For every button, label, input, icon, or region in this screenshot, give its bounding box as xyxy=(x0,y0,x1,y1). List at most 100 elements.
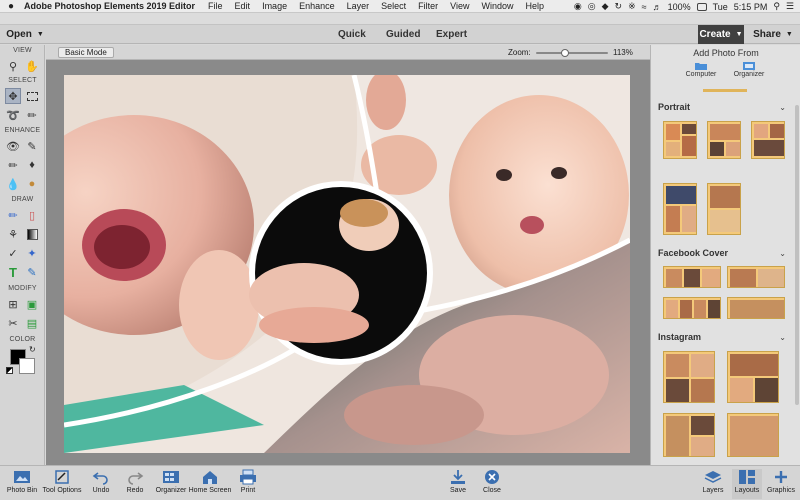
chevron-down-icon[interactable]: ⌄ xyxy=(779,103,786,112)
save-button[interactable]: Save xyxy=(446,469,470,499)
menu-enhance[interactable]: Enhance xyxy=(293,1,341,11)
default-colors-icon[interactable] xyxy=(6,367,13,374)
clone-stamp-tool-icon[interactable]: ♦ xyxy=(24,157,40,173)
quick-selection-tool-icon[interactable]: ✏ xyxy=(24,107,40,123)
paint-bucket-tool-icon[interactable]: ⚘ xyxy=(5,226,21,242)
tab-expert[interactable]: Expert xyxy=(436,25,467,44)
content-aware-move-tool-icon[interactable]: ✂ xyxy=(5,315,21,331)
straighten-tool-icon[interactable]: ▤ xyxy=(24,315,40,331)
dropbox-icon[interactable]: ◆ xyxy=(602,1,609,12)
template-thumb[interactable] xyxy=(707,121,741,159)
template-thumb[interactable] xyxy=(751,121,785,159)
menu-window[interactable]: Window xyxy=(476,1,520,11)
category-facebook-cover[interactable]: Facebook Cover xyxy=(658,248,728,258)
tab-quick[interactable]: Quick xyxy=(338,25,366,44)
menu-view[interactable]: View xyxy=(444,1,475,11)
move-tool-icon[interactable]: ✥ xyxy=(5,88,21,104)
menu-image[interactable]: Image xyxy=(256,1,293,11)
menu-select[interactable]: Select xyxy=(375,1,412,11)
swap-colors-icon[interactable]: ↻ xyxy=(29,345,36,354)
zoom-tool-icon[interactable]: ⚲ xyxy=(5,58,21,74)
sponge-tool-icon[interactable]: ● xyxy=(24,176,40,192)
pencil-tool-icon[interactable]: ✎ xyxy=(24,264,40,280)
template-thumb[interactable] xyxy=(663,266,721,288)
menu-filter[interactable]: Filter xyxy=(412,1,444,11)
zoom-slider[interactable] xyxy=(536,49,608,57)
add-from-computer-button[interactable]: Computer xyxy=(681,61,721,85)
recompose-tool-icon[interactable]: ▣ xyxy=(24,296,40,312)
graphics-button[interactable]: Graphics xyxy=(766,469,796,499)
tool-options-label: Tool Options xyxy=(42,487,82,494)
menu-file[interactable]: File xyxy=(202,1,229,11)
blur-tool-icon[interactable]: 💧 xyxy=(5,176,21,192)
template-thumb[interactable] xyxy=(727,351,779,403)
print-button[interactable]: Print xyxy=(236,469,260,499)
bluetooth-icon[interactable]: ※ xyxy=(628,1,636,12)
layers-button[interactable]: Layers xyxy=(700,469,726,499)
eraser-tool-icon[interactable]: ▯ xyxy=(24,207,40,223)
template-thumb[interactable] xyxy=(727,413,779,457)
close-button[interactable]: Close xyxy=(480,469,504,499)
creative-cloud-icon[interactable]: ◉ xyxy=(574,1,582,12)
undo-button[interactable]: Undo xyxy=(88,469,114,499)
redo-button[interactable]: Redo xyxy=(122,469,148,499)
layers-icon xyxy=(704,471,722,483)
eyedropper-tool-icon[interactable]: ✓ xyxy=(5,245,21,261)
template-thumb[interactable] xyxy=(663,121,697,159)
gradient-tool-icon[interactable] xyxy=(24,226,40,242)
clock-time[interactable]: 5:15 PM xyxy=(734,2,768,12)
background-color-swatch[interactable] xyxy=(19,358,35,374)
type-tool-icon[interactable]: T xyxy=(5,264,21,280)
menu-help[interactable]: Help xyxy=(520,1,551,11)
apple-icon[interactable]: ● xyxy=(0,1,22,12)
photo-bin-button[interactable]: Photo Bin xyxy=(6,469,38,499)
tab-guided[interactable]: Guided xyxy=(386,25,420,44)
template-thumb[interactable] xyxy=(663,183,697,235)
search-icon[interactable]: ⚲ xyxy=(773,1,780,12)
template-thumb[interactable] xyxy=(707,183,741,235)
template-thumb[interactable] xyxy=(727,266,785,288)
hand-tool-icon[interactable]: ✋ xyxy=(24,58,40,74)
category-portrait[interactable]: Portrait xyxy=(658,102,690,112)
organizer-button[interactable]: Organizer xyxy=(154,469,188,499)
menu-layer[interactable]: Layer xyxy=(341,1,376,11)
time-machine-icon[interactable]: ↻ xyxy=(615,1,623,12)
app-name-menu[interactable]: Adobe Photoshop Elements 2019 Editor xyxy=(22,1,202,11)
crop-tool-icon[interactable]: ⊞ xyxy=(5,296,21,312)
window-chrome xyxy=(0,13,800,25)
template-thumb[interactable] xyxy=(727,297,785,319)
create-button[interactable]: Create ▼ xyxy=(698,25,744,44)
category-instagram[interactable]: Instagram xyxy=(658,332,701,342)
chevron-down-icon[interactable]: ⌄ xyxy=(779,249,786,258)
battery-icon[interactable] xyxy=(696,2,707,11)
share-button[interactable]: Share ▼ xyxy=(746,25,800,44)
open-button[interactable]: Open ▼ xyxy=(0,25,50,44)
panel-scrollbar[interactable] xyxy=(795,105,799,405)
section-view: VIEW xyxy=(13,47,32,54)
basic-mode-button[interactable]: Basic Mode xyxy=(58,47,114,58)
home-screen-button[interactable]: Home Screen xyxy=(188,469,232,499)
volume-icon[interactable]: ♬ xyxy=(653,2,662,12)
collage-canvas[interactable] xyxy=(64,75,630,453)
zoom-slider-thumb[interactable] xyxy=(560,49,569,57)
template-thumb[interactable] xyxy=(663,351,715,403)
template-thumb[interactable] xyxy=(663,413,715,457)
custom-shape-tool-icon[interactable]: ✦ xyxy=(24,245,40,261)
spot-healing-tool-icon[interactable]: ✎ xyxy=(24,138,40,154)
wifi-icon[interactable]: ≈ xyxy=(642,2,647,12)
tool-options-button[interactable]: Tool Options xyxy=(40,469,84,499)
chevron-down-icon[interactable]: ⌄ xyxy=(779,333,786,342)
clock-day[interactable]: Tue xyxy=(713,2,728,12)
layouts-button[interactable]: Layouts xyxy=(732,469,762,499)
section-modify: MODIFY xyxy=(8,285,37,292)
menu-edit[interactable]: Edit xyxy=(229,1,257,11)
control-strip-icon[interactable]: ☰ xyxy=(786,1,794,12)
lasso-tool-icon[interactable]: ➰ xyxy=(5,107,21,123)
template-thumb[interactable] xyxy=(663,297,721,319)
marquee-tool-icon[interactable] xyxy=(24,88,40,104)
smart-brush-tool-icon[interactable]: ✏ xyxy=(5,157,21,173)
add-from-organizer-button[interactable]: Organizer xyxy=(729,61,769,85)
brush-tool-icon[interactable]: ✏ xyxy=(5,207,21,223)
red-eye-tool-icon[interactable]: 👁 xyxy=(5,138,21,154)
siri-icon[interactable]: ◎ xyxy=(588,1,596,12)
